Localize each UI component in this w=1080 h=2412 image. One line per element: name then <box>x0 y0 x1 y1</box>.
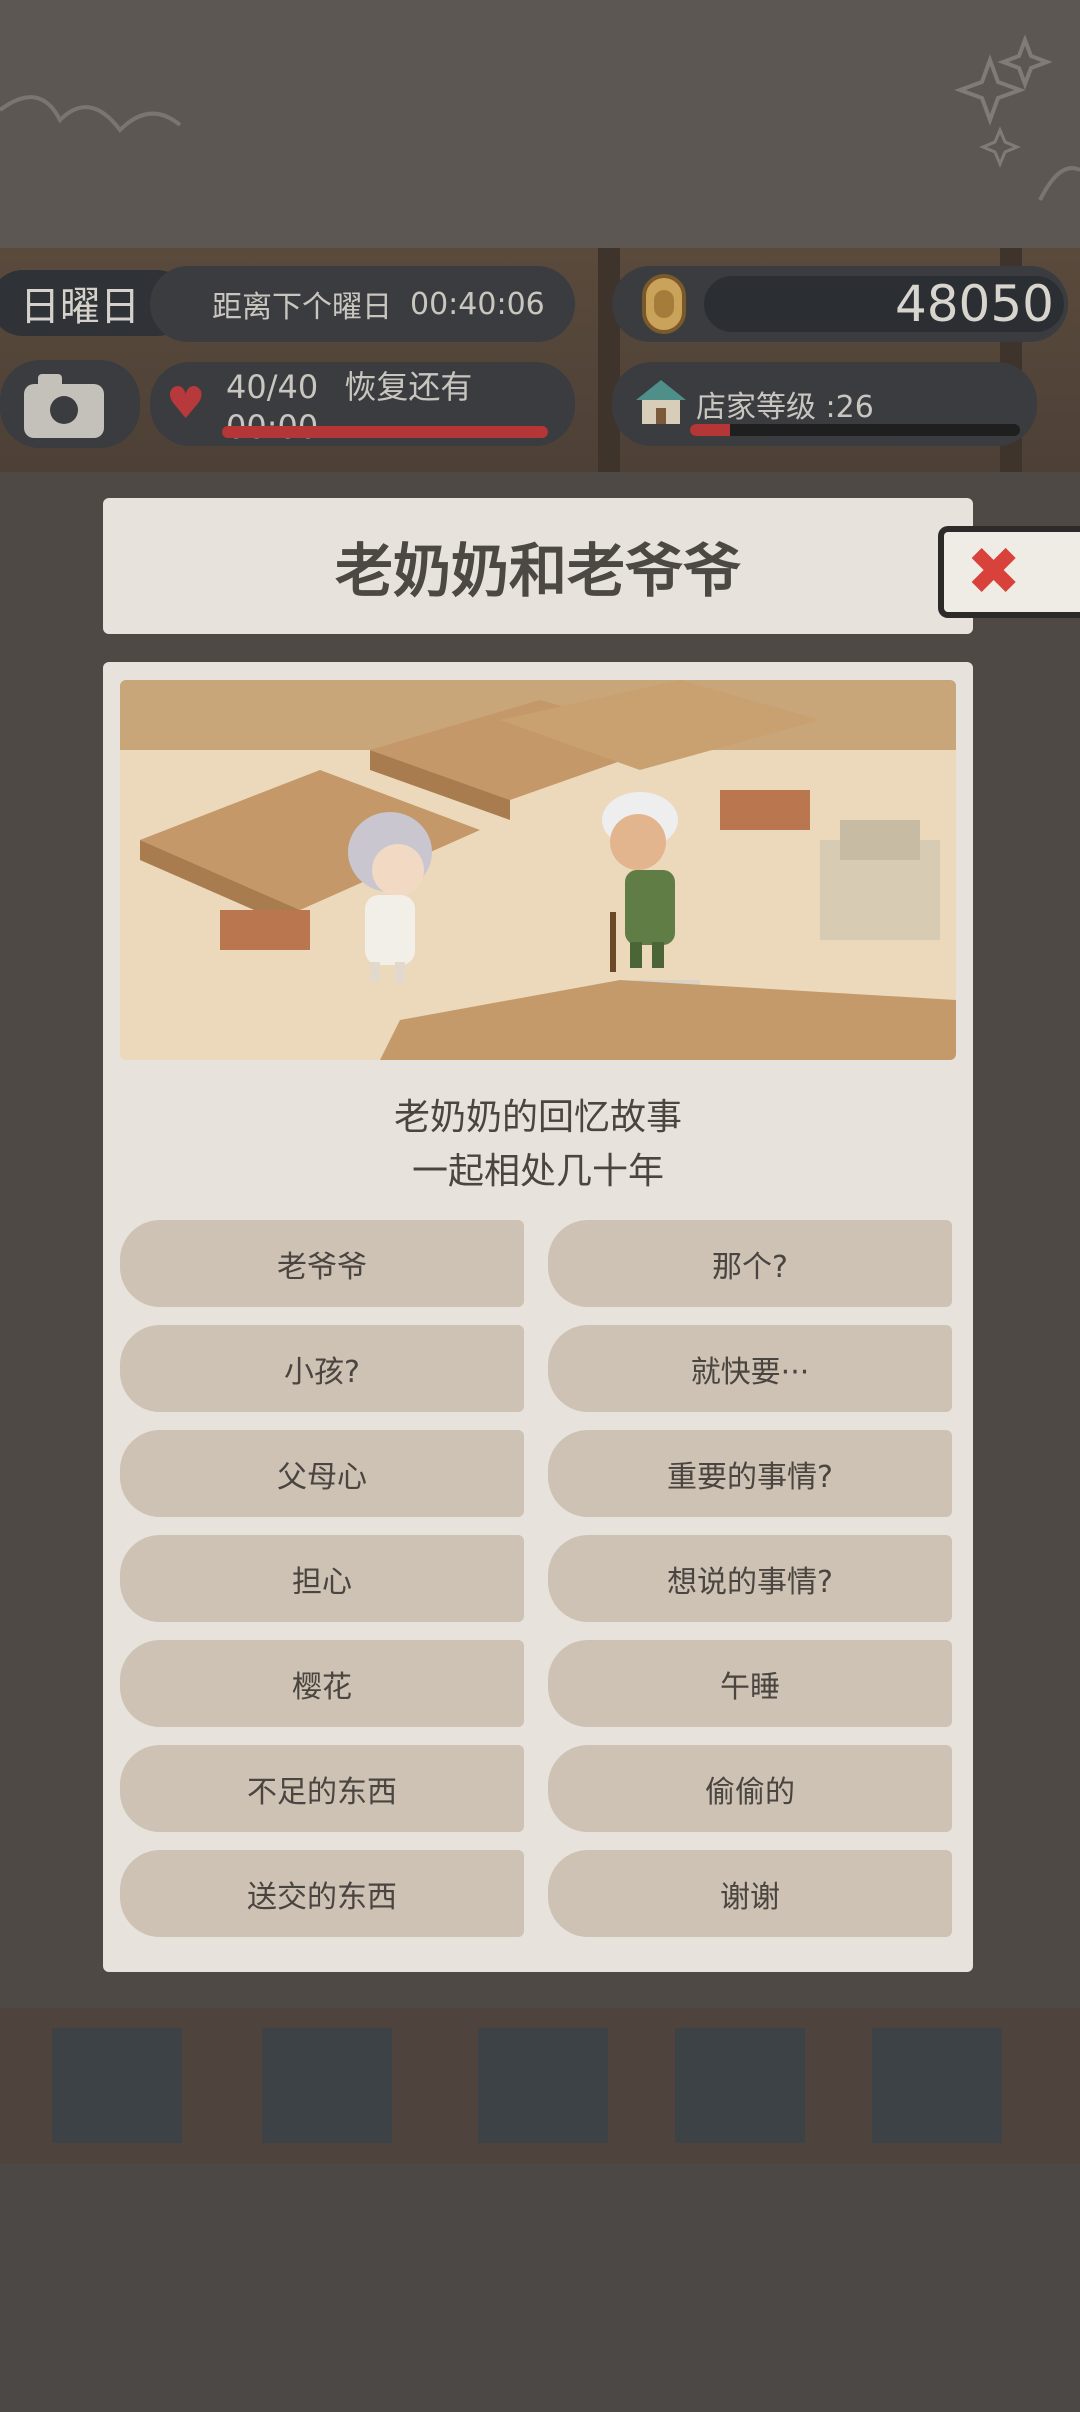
option-button[interactable]: 樱花 <box>120 1640 524 1727</box>
bottom-toolbar-dimmed <box>0 2008 1080 2164</box>
close-button[interactable]: ✖ <box>938 526 1080 618</box>
option-grid: 老爷爷 那个? 小孩? 就快要··· 父母心 重要的事情? 担心 想说的事情? … <box>120 1220 952 1937</box>
dialog-panel: 老奶奶的回忆故事 一起相处几十年 老爷爷 那个? 小孩? 就快要··· 父母心 … <box>103 662 973 1972</box>
hud-bar: 日曜日 距离下个曜日 00:40:06 48050 ♥ 40/40 恢复还有 0… <box>0 248 1080 472</box>
next-day-label: 距离下个曜日 <box>212 290 392 325</box>
coin-value: 48050 <box>894 275 1054 333</box>
option-button[interactable]: 午睡 <box>548 1640 952 1727</box>
option-button[interactable]: 重要的事情? <box>548 1430 952 1517</box>
option-button[interactable]: 送交的东西 <box>120 1850 524 1937</box>
heart-icon: ♥ <box>166 378 206 429</box>
option-button[interactable]: 老爷爷 <box>120 1220 524 1307</box>
stamina-value: 40/40 <box>226 368 319 406</box>
camera-icon <box>24 374 104 438</box>
coin-icon <box>642 274 686 334</box>
story-subtitle-line2: 一起相处几十年 <box>411 1151 664 1192</box>
dialog-title: 老奶奶和老爷爷 <box>103 498 973 634</box>
option-button[interactable]: 就快要··· <box>548 1325 952 1412</box>
story-subtitle-line1: 老奶奶的回忆故事 <box>393 1097 682 1138</box>
option-button[interactable]: 想说的事情? <box>548 1535 952 1622</box>
coin-counter: 48050 <box>612 266 1068 342</box>
house-icon <box>636 380 686 424</box>
stamina-counter: ♥ 40/40 恢复还有 00:00 <box>150 362 575 446</box>
option-button[interactable]: 谢谢 <box>548 1850 952 1937</box>
option-button[interactable]: 父母心 <box>120 1430 524 1517</box>
option-button[interactable]: 偷偷的 <box>548 1745 952 1832</box>
next-day-timer: 距离下个曜日 00:40:06 <box>150 266 575 342</box>
option-button[interactable]: 小孩? <box>120 1325 524 1412</box>
option-button[interactable]: 担心 <box>120 1535 524 1622</box>
option-button[interactable]: 那个? <box>548 1220 952 1307</box>
background-doodles <box>0 0 1080 248</box>
background-lower <box>0 2164 1080 2412</box>
stamina-bar <box>222 426 548 438</box>
story-illustration <box>120 680 956 1060</box>
shop-level: 店家等级 :26 <box>612 362 1037 446</box>
shop-level-text: 店家等级 :26 <box>696 390 874 425</box>
level-bar <box>690 424 1020 436</box>
option-button[interactable]: 不足的东西 <box>120 1745 524 1832</box>
recover-label: 恢复还有 <box>344 368 473 406</box>
camera-button[interactable] <box>0 360 140 448</box>
close-icon: ✖ <box>966 533 1022 610</box>
next-day-countdown: 00:40:06 <box>410 286 545 322</box>
